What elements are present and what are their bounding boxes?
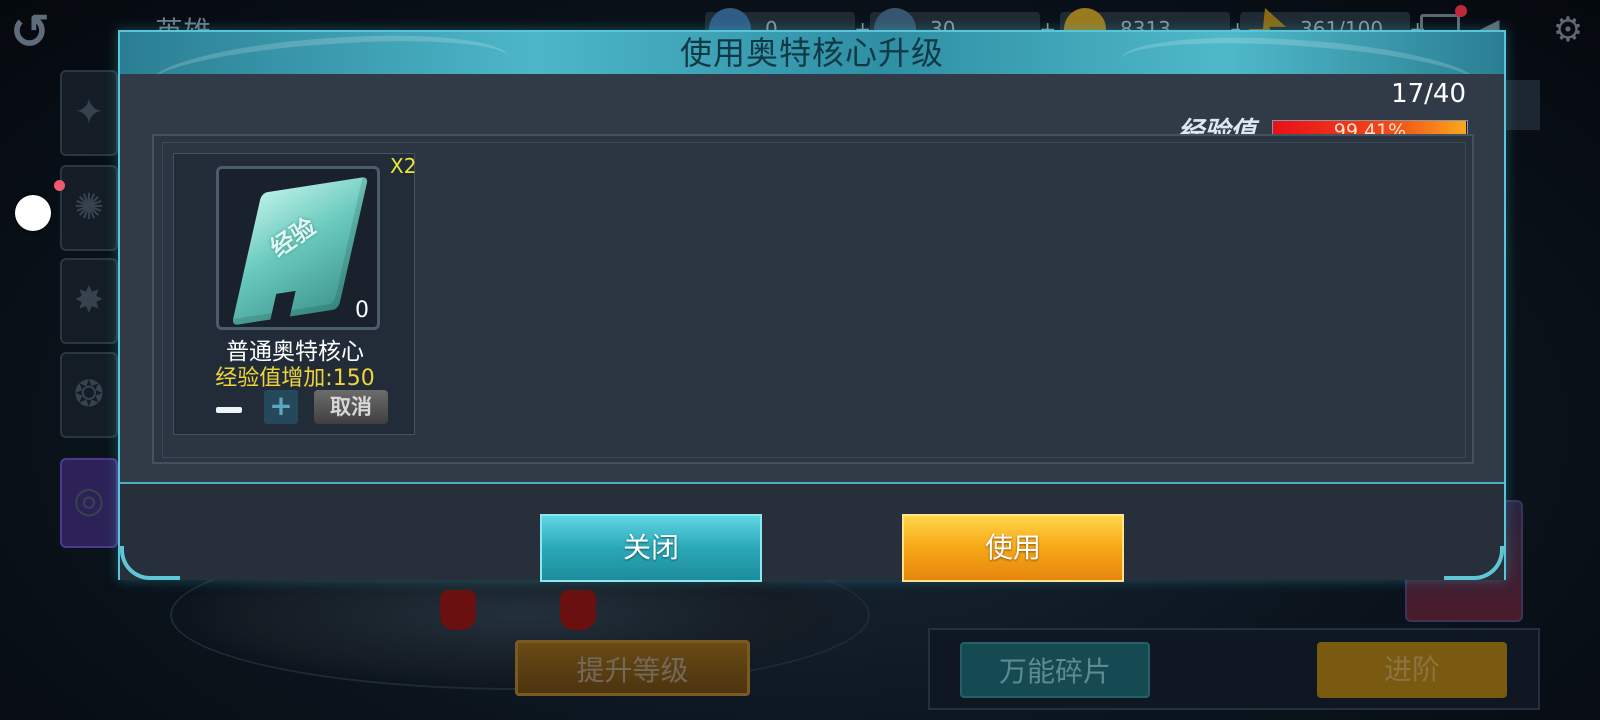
close-button[interactable]: 关闭 <box>540 514 762 582</box>
frame-corner <box>1444 546 1504 580</box>
chip-shape <box>231 176 369 326</box>
use-button[interactable]: 使用 <box>902 514 1124 582</box>
item-grid: 经验 0 X2 普通奥特核心 经验值增加:150 + 取消 <box>162 142 1466 458</box>
item-selected-multiplier: X2 <box>390 154 417 178</box>
dialog-body: 17/40 经验值 99.41% 经验 0 X2 普通奥特核心 经验值增加:15… <box>120 74 1504 484</box>
exp-count: 17/40 <box>1391 79 1466 109</box>
notification-dot <box>54 180 65 191</box>
gear-icon[interactable]: ⚙ <box>1548 10 1588 50</box>
advance-button[interactable]: 进阶 <box>1317 642 1507 698</box>
item-inventory: 经验 0 X2 普通奥特核心 经验值增加:150 + 取消 <box>152 134 1474 464</box>
side-tab-2[interactable]: ✺ <box>60 165 118 251</box>
upgrade-dialog: 使用奥特核心升级 17/40 经验值 99.41% 经验 0 X2 普通奥特核心… <box>118 30 1506 582</box>
frame-corner <box>120 546 180 580</box>
item-card[interactable]: 经验 0 X2 普通奥特核心 经验值增加:150 + 取消 <box>173 153 417 435</box>
item-owned-count: 0 <box>355 298 369 323</box>
minus-icon[interactable] <box>216 396 242 424</box>
back-arrow-icon[interactable]: ↺ <box>10 6 110 58</box>
dialog-title: 使用奥特核心升级 <box>679 34 944 72</box>
hero-figure <box>560 590 596 630</box>
side-tab-4[interactable]: ❂ <box>60 352 118 438</box>
cancel-button[interactable]: 取消 <box>314 390 388 424</box>
dialog-footer: 关闭 使用 <box>120 484 1504 582</box>
side-tab-active[interactable]: ◎ <box>60 458 118 548</box>
dialog-header: 使用奥特核心升级 <box>120 32 1504 74</box>
item-exp-gain: 经验值增加:150 <box>215 366 375 391</box>
universal-shard-button[interactable]: 万能碎片 <box>960 642 1150 698</box>
floating-assist-button[interactable] <box>15 195 51 231</box>
plus-icon[interactable]: + <box>264 390 298 424</box>
hero-figure <box>440 590 476 630</box>
side-tab-1[interactable]: ✦ <box>60 70 118 156</box>
side-tab-3[interactable]: ✸ <box>60 258 118 344</box>
level-up-button[interactable]: 提升等级 <box>515 640 750 696</box>
exp-core-icon: 经验 0 <box>216 166 380 330</box>
